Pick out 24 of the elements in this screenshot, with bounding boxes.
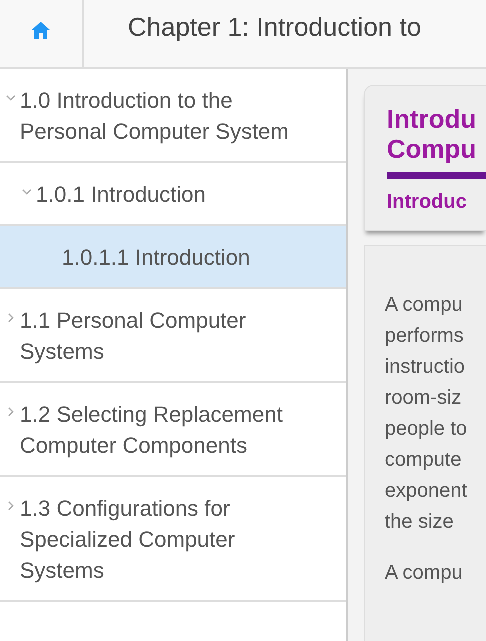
home-icon (32, 22, 50, 39)
heading-line: Compu (387, 134, 478, 164)
chevron-right-icon (6, 407, 16, 417)
paragraph-line: the size (385, 510, 455, 535)
subheading: Introduc (387, 191, 468, 214)
heading-line: Introdu (387, 104, 478, 134)
toc-item[interactable]: 1.1 Personal Computer Systems (0, 289, 346, 383)
toc-item[interactable]: 1.2 Selecting Replacement Computer Components (0, 383, 346, 477)
toc-item[interactable]: 1.3 Configurations for Specialized Computer Systems (0, 477, 346, 602)
paragraph-line: room-siz (385, 386, 463, 411)
paragraph-line: compute (385, 448, 463, 473)
paragraph-line: A compu (385, 561, 464, 586)
chevron-right-icon (6, 501, 16, 511)
paragraph-line: performs (385, 324, 465, 349)
paragraph-line: people to (385, 417, 468, 442)
paragraph-line: A compu (385, 293, 464, 318)
chapter-title: Chapter 1: Introduction to (127, 11, 422, 44)
toc-item[interactable]: 1.0.1.1 Introduction (0, 226, 346, 289)
toc-item[interactable]: 1.0 Introduction to the Personal Computer System (0, 69, 346, 163)
paragraph-line: exponent (385, 479, 468, 504)
chevron-down-icon (6, 93, 16, 103)
chevron-right-icon (6, 313, 16, 323)
chevron-down-icon (22, 187, 32, 197)
paragraph-line: instructio (385, 355, 466, 380)
